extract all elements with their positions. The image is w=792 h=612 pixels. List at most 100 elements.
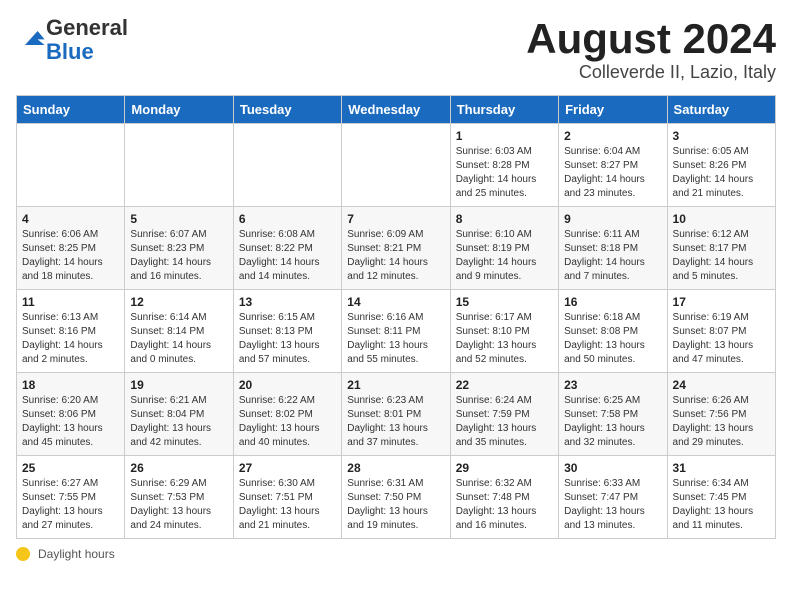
day-cell: 1 Sunrise: 6:03 AM Sunset: 8:28 PM Daylig…: [450, 124, 558, 207]
day-number: 9: [564, 212, 661, 226]
day-cell: 25 Sunrise: 6:27 AM Sunset: 7:55 PM Dayli…: [17, 456, 125, 539]
day-number: 24: [673, 378, 770, 392]
day-cell: 18 Sunrise: 6:20 AM Sunset: 8:06 PM Dayli…: [17, 373, 125, 456]
day-info: Sunrise: 6:25 AM Sunset: 7:58 PM Dayligh…: [564, 394, 661, 450]
weekday-header-friday: Friday: [559, 96, 667, 124]
week-row-5: 25 Sunrise: 6:27 AM Sunset: 7:55 PM Dayli…: [17, 456, 776, 539]
day-cell: 6 Sunrise: 6:08 AM Sunset: 8:22 PM Daylig…: [233, 207, 341, 290]
day-number: 3: [673, 129, 770, 143]
day-cell: 28 Sunrise: 6:31 AM Sunset: 7:50 PM Dayli…: [342, 456, 450, 539]
day-number: 15: [456, 295, 553, 309]
week-row-3: 11Sunrise: 6:13 AM Sunset: 8:16 PM Dayli…: [17, 290, 776, 373]
day-cell: 9 Sunrise: 6:11 AM Sunset: 8:18 PM Daylig…: [559, 207, 667, 290]
day-info: Sunrise: 6:21 AM Sunset: 8:04 PM Dayligh…: [130, 394, 227, 450]
day-number: 4: [22, 212, 119, 226]
day-info: Sunrise: 6:11 AM Sunset: 8:18 PM Dayligh…: [564, 228, 661, 284]
day-info: Sunrise: 6:17 AM Sunset: 8:10 PM Dayligh…: [456, 311, 553, 367]
day-cell: 4Sunrise: 6:06 AM Sunset: 8:25 PM Daylig…: [17, 207, 125, 290]
logo: General Blue: [16, 16, 128, 64]
day-cell: 7 Sunrise: 6:09 AM Sunset: 8:21 PM Daylig…: [342, 207, 450, 290]
logo-icon: [18, 24, 46, 52]
day-number: 25: [22, 461, 119, 475]
week-row-2: 4Sunrise: 6:06 AM Sunset: 8:25 PM Daylig…: [17, 207, 776, 290]
day-number: 11: [22, 295, 119, 309]
day-number: 20: [239, 378, 336, 392]
day-cell: 8Sunrise: 6:10 AM Sunset: 8:19 PM Daylig…: [450, 207, 558, 290]
day-number: 7: [347, 212, 444, 226]
day-number: 17: [673, 295, 770, 309]
day-number: 13: [239, 295, 336, 309]
weekday-header-thursday: Thursday: [450, 96, 558, 124]
day-cell: 20 Sunrise: 6:22 AM Sunset: 8:02 PM Dayli…: [233, 373, 341, 456]
calendar-header: SundayMondayTuesdayWednesdayThursdayFrid…: [17, 96, 776, 124]
day-info: Sunrise: 6:09 AM Sunset: 8:21 PM Dayligh…: [347, 228, 444, 284]
week-row-4: 18 Sunrise: 6:20 AM Sunset: 8:06 PM Dayli…: [17, 373, 776, 456]
day-number: 28: [347, 461, 444, 475]
day-info: Sunrise: 6:12 AM Sunset: 8:17 PM Dayligh…: [673, 228, 770, 284]
day-number: 27: [239, 461, 336, 475]
day-number: 26: [130, 461, 227, 475]
day-cell: 10 Sunrise: 6:12 AM Sunset: 8:17 PM Dayli…: [667, 207, 775, 290]
day-cell: 23 Sunrise: 6:25 AM Sunset: 7:58 PM Dayli…: [559, 373, 667, 456]
page-header: General Blue August 2024 Colleverde II, …: [16, 16, 776, 83]
day-number: 6: [239, 212, 336, 226]
day-info: Sunrise: 6:05 AM Sunset: 8:26 PM Dayligh…: [673, 145, 770, 201]
day-cell: 15 Sunrise: 6:17 AM Sunset: 8:10 PM Dayli…: [450, 290, 558, 373]
day-number: 14: [347, 295, 444, 309]
day-info: Sunrise: 6:29 AM Sunset: 7:53 PM Dayligh…: [130, 477, 227, 533]
day-info: Sunrise: 6:20 AM Sunset: 8:06 PM Dayligh…: [22, 394, 119, 450]
day-info: Sunrise: 6:30 AM Sunset: 7:51 PM Dayligh…: [239, 477, 336, 533]
day-number: 2: [564, 129, 661, 143]
day-cell: [342, 124, 450, 207]
day-info: Sunrise: 6:32 AM Sunset: 7:48 PM Dayligh…: [456, 477, 553, 533]
day-number: 21: [347, 378, 444, 392]
day-cell: 26 Sunrise: 6:29 AM Sunset: 7:53 PM Dayli…: [125, 456, 233, 539]
day-cell: 16Sunrise: 6:18 AM Sunset: 8:08 PM Dayli…: [559, 290, 667, 373]
day-cell: 21Sunrise: 6:23 AM Sunset: 8:01 PM Dayli…: [342, 373, 450, 456]
day-info: Sunrise: 6:22 AM Sunset: 8:02 PM Dayligh…: [239, 394, 336, 450]
logo-general: General: [46, 15, 128, 40]
day-cell: [233, 124, 341, 207]
sun-icon: [16, 547, 30, 561]
day-info: Sunrise: 6:15 AM Sunset: 8:13 PM Dayligh…: [239, 311, 336, 367]
day-cell: 5Sunrise: 6:07 AM Sunset: 8:23 PM Daylig…: [125, 207, 233, 290]
day-info: Sunrise: 6:24 AM Sunset: 7:59 PM Dayligh…: [456, 394, 553, 450]
day-cell: 2 Sunrise: 6:04 AM Sunset: 8:27 PM Daylig…: [559, 124, 667, 207]
day-cell: 11Sunrise: 6:13 AM Sunset: 8:16 PM Dayli…: [17, 290, 125, 373]
day-number: 18: [22, 378, 119, 392]
day-number: 12: [130, 295, 227, 309]
day-number: 5: [130, 212, 227, 226]
day-cell: 31Sunrise: 6:34 AM Sunset: 7:45 PM Dayli…: [667, 456, 775, 539]
day-info: Sunrise: 6:04 AM Sunset: 8:27 PM Dayligh…: [564, 145, 661, 201]
weekday-header-saturday: Saturday: [667, 96, 775, 124]
day-number: 22: [456, 378, 553, 392]
month-title: August 2024: [526, 16, 776, 62]
footer-note: Daylight hours: [38, 547, 115, 561]
day-number: 23: [564, 378, 661, 392]
day-number: 10: [673, 212, 770, 226]
week-row-1: 1 Sunrise: 6:03 AM Sunset: 8:28 PM Daylig…: [17, 124, 776, 207]
title-block: August 2024 Colleverde II, Lazio, Italy: [526, 16, 776, 83]
day-cell: 19Sunrise: 6:21 AM Sunset: 8:04 PM Dayli…: [125, 373, 233, 456]
day-cell: 17Sunrise: 6:19 AM Sunset: 8:07 PM Dayli…: [667, 290, 775, 373]
day-cell: 24 Sunrise: 6:26 AM Sunset: 7:56 PM Dayli…: [667, 373, 775, 456]
day-info: Sunrise: 6:31 AM Sunset: 7:50 PM Dayligh…: [347, 477, 444, 533]
day-number: 1: [456, 129, 553, 143]
day-info: Sunrise: 6:34 AM Sunset: 7:45 PM Dayligh…: [673, 477, 770, 533]
day-cell: [17, 124, 125, 207]
day-info: Sunrise: 6:08 AM Sunset: 8:22 PM Dayligh…: [239, 228, 336, 284]
day-cell: 22 Sunrise: 6:24 AM Sunset: 7:59 PM Dayli…: [450, 373, 558, 456]
day-number: 8: [456, 212, 553, 226]
day-info: Sunrise: 6:27 AM Sunset: 7:55 PM Dayligh…: [22, 477, 119, 533]
day-info: Sunrise: 6:03 AM Sunset: 8:28 PM Dayligh…: [456, 145, 553, 201]
day-number: 30: [564, 461, 661, 475]
weekday-header-monday: Monday: [125, 96, 233, 124]
day-cell: 27 Sunrise: 6:30 AM Sunset: 7:51 PM Dayli…: [233, 456, 341, 539]
day-info: Sunrise: 6:26 AM Sunset: 7:56 PM Dayligh…: [673, 394, 770, 450]
day-cell: 30Sunrise: 6:33 AM Sunset: 7:47 PM Dayli…: [559, 456, 667, 539]
footer: Daylight hours: [16, 547, 776, 561]
day-cell: 14Sunrise: 6:16 AM Sunset: 8:11 PM Dayli…: [342, 290, 450, 373]
calendar-table: SundayMondayTuesdayWednesdayThursdayFrid…: [16, 95, 776, 539]
weekday-header-sunday: Sunday: [17, 96, 125, 124]
day-info: Sunrise: 6:14 AM Sunset: 8:14 PM Dayligh…: [130, 311, 227, 367]
